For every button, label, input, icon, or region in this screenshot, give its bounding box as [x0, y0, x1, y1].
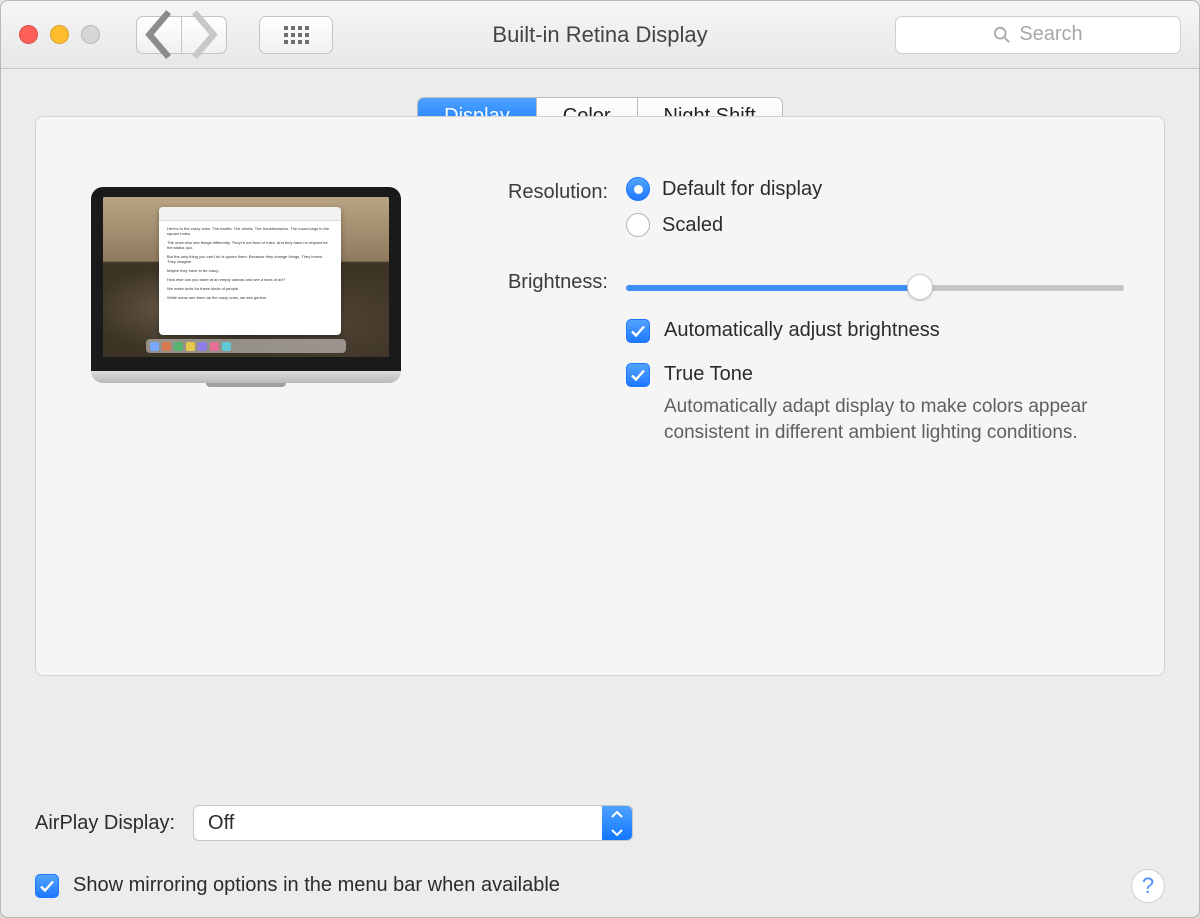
- device-thumbnail: Here's to the crazy ones. The misfits. T…: [76, 157, 416, 645]
- close-window-button[interactable]: [19, 25, 38, 44]
- preferences-window: Built-in Retina Display Search Display C…: [0, 0, 1200, 918]
- search-placeholder: Search: [1019, 23, 1082, 46]
- mirroring-label: Show mirroring options in the menu bar w…: [73, 874, 560, 897]
- forward-button[interactable]: [181, 16, 227, 54]
- airplay-select[interactable]: Off: [193, 805, 633, 841]
- content-area: Display Color Night Shift Here's to the …: [1, 69, 1199, 781]
- laptop-illustration: Here's to the crazy ones. The misfits. T…: [91, 187, 401, 387]
- help-button[interactable]: ?: [1131, 869, 1165, 903]
- chevron-up-icon: [611, 811, 623, 819]
- checkmark-icon: [630, 323, 646, 339]
- back-button[interactable]: [136, 16, 182, 54]
- checkmark-icon: [39, 878, 55, 894]
- search-icon: [993, 26, 1011, 44]
- airplay-label: AirPlay Display:: [35, 812, 175, 835]
- grid-icon: [284, 26, 309, 44]
- zoom-window-button: [81, 25, 100, 44]
- minimize-window-button[interactable]: [50, 25, 69, 44]
- window-controls: [19, 25, 100, 44]
- display-pane: Here's to the crazy ones. The misfits. T…: [35, 116, 1165, 676]
- display-settings: Resolution: Default for display Scaled: [466, 157, 1124, 645]
- chevron-left-icon: [143, 9, 175, 60]
- true-tone-description: Automatically adapt display to make colo…: [664, 394, 1104, 445]
- true-tone-checkbox[interactable]: [626, 363, 650, 387]
- true-tone-label: True Tone: [664, 363, 753, 385]
- airplay-value: Off: [194, 812, 602, 835]
- brightness-slider[interactable]: [626, 275, 1124, 299]
- mirroring-checkbox[interactable]: [35, 874, 59, 898]
- help-icon: ?: [1142, 873, 1154, 899]
- slider-fill: [626, 285, 920, 291]
- resolution-radio-scaled[interactable]: [626, 213, 650, 237]
- show-all-prefs-button[interactable]: [259, 16, 333, 54]
- select-stepper[interactable]: [602, 806, 632, 840]
- slider-thumb[interactable]: [907, 274, 933, 300]
- resolution-option-default: Default for display: [662, 178, 822, 201]
- titlebar: Built-in Retina Display Search: [1, 1, 1199, 69]
- auto-brightness-label: Automatically adjust brightness: [664, 319, 940, 341]
- search-field[interactable]: Search: [895, 16, 1181, 54]
- footer: AirPlay Display: Off Show mirroring opti…: [1, 781, 1199, 917]
- brightness-label: Brightness:: [466, 267, 626, 294]
- checkmark-icon: [630, 367, 646, 383]
- resolution-label: Resolution:: [466, 177, 626, 204]
- chevron-right-icon: [188, 9, 220, 60]
- resolution-radio-default[interactable]: [626, 177, 650, 201]
- nav-back-forward: [136, 16, 227, 54]
- chevron-down-icon: [611, 828, 623, 836]
- auto-brightness-checkbox[interactable]: [626, 319, 650, 343]
- resolution-option-scaled: Scaled: [662, 214, 723, 237]
